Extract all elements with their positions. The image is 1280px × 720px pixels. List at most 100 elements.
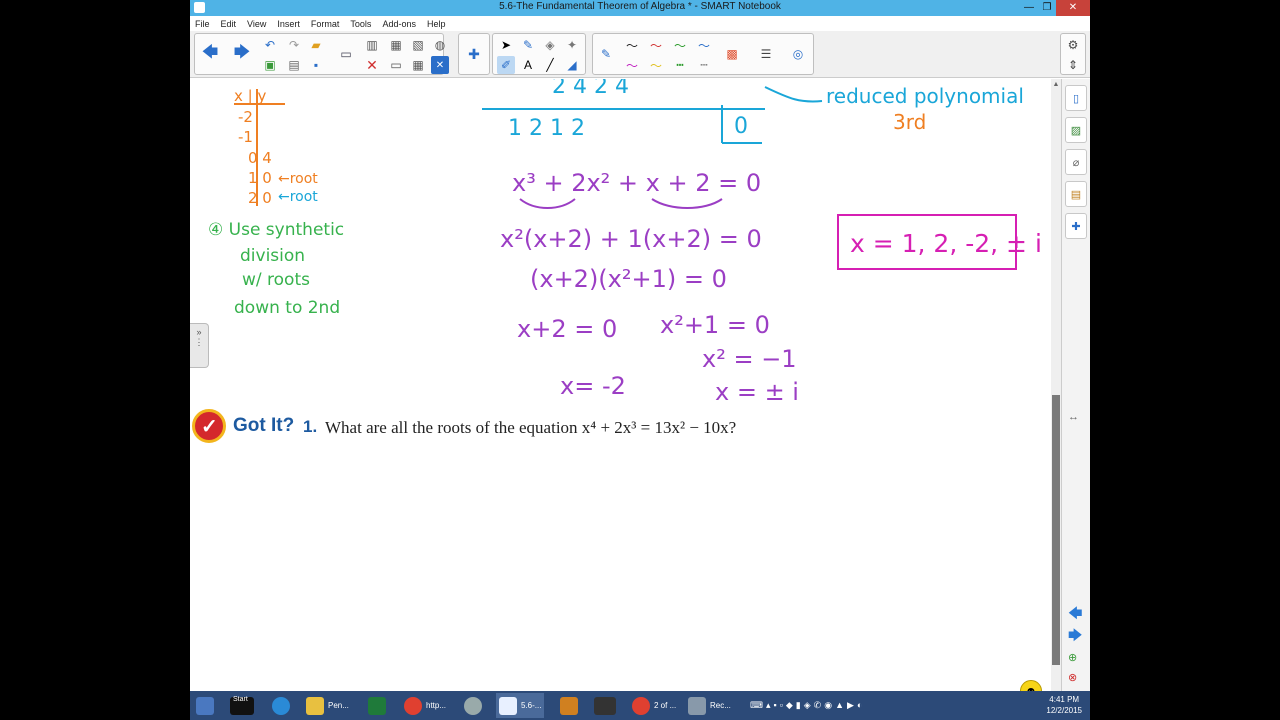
sidebar-collapse-tab[interactable]: » ⋮: [190, 323, 209, 368]
synthetic-remainder: 0: [734, 114, 748, 139]
properties-tab-icon[interactable]: ▤: [1065, 181, 1087, 207]
fill-tool-icon[interactable]: ◢: [563, 56, 581, 74]
previous-page-icon[interactable]: 🡄: [201, 44, 219, 63]
move-toolbar-icon[interactable]: ⇕: [1064, 56, 1082, 74]
table-header: x | y: [234, 87, 266, 105]
taskbar-item-pen[interactable]: Pen...: [306, 693, 349, 718]
ie-taskbar-icon[interactable]: [272, 693, 294, 718]
system-tray-icons[interactable]: ⌨▴▪▫◆▮◈✆◉▲▶◐: [750, 693, 865, 718]
resize-handle-icon[interactable]: ↔: [1068, 411, 1079, 423]
next-page-icon[interactable]: 🡆: [233, 44, 251, 63]
line-style-yellow-icon[interactable]: ～: [647, 56, 665, 74]
add-tab-icon[interactable]: ⊕: [1068, 651, 1077, 664]
open-file-icon[interactable]: ▰: [307, 36, 325, 54]
addons-tab-icon[interactable]: ✚: [1065, 213, 1087, 239]
line-style-black-icon[interactable]: ～: [623, 36, 641, 54]
line-style-red-icon[interactable]: ～: [647, 36, 665, 54]
line-style-blue-icon[interactable]: ～: [695, 36, 713, 54]
scrollbar-thumb[interactable]: [1052, 395, 1060, 665]
table-row-x-neg1: -1: [238, 128, 253, 146]
transparency-icon[interactable]: ◎: [789, 45, 807, 63]
page-sorter-tab-icon[interactable]: ▯: [1065, 85, 1087, 111]
document-camera-icon[interactable]: ◍: [431, 36, 449, 54]
text-tool-icon[interactable]: A: [519, 56, 537, 74]
line-style-magenta-icon[interactable]: ～: [623, 56, 641, 74]
close-button[interactable]: ✕: [1056, 0, 1090, 16]
save-icon[interactable]: ▪: [307, 56, 325, 74]
menu-insert[interactable]: Insert: [277, 19, 300, 29]
maximize-button[interactable]: ❐: [1038, 0, 1056, 16]
page-scrollbar[interactable]: ▲: [1051, 79, 1061, 691]
undo-icon[interactable]: ↶: [261, 36, 279, 54]
degree-label: 3rd: [893, 110, 926, 134]
delete-page-icon[interactable]: ▤: [285, 56, 303, 74]
toolbar: 🡄 🡆 ↶ ↷ ▰ ▣ ▤ ▪ ▭ ▥ ▦ ▧ ◍ ✕ ▭ ▦ ✕ ✚ ➤ ✎ …: [190, 31, 1090, 78]
table-row-x-neg2: -2: [238, 108, 253, 126]
menu-edit[interactable]: Edit: [221, 19, 237, 29]
pen-type-icon[interactable]: ✎: [597, 45, 615, 63]
capture-icon[interactable]: ▦: [387, 36, 405, 54]
color-palette-icon[interactable]: ▩: [723, 45, 741, 63]
table-row-x-0: 0 4: [248, 149, 272, 167]
step4-line4: down to 2nd: [234, 298, 340, 318]
attachments-tab-icon[interactable]: ⌀: [1065, 149, 1087, 175]
taskbar-item-notebook[interactable]: 5.6-...: [496, 693, 545, 718]
fullscreen-icon[interactable]: ▧: [409, 36, 427, 54]
minimize-button[interactable]: —: [1020, 0, 1038, 16]
handwriting-layer: x | y -2 -1 0 4 1 0 2 0 ←root ←root ④ Us…: [208, 79, 1042, 406]
addons-puzzle-icon[interactable]: ✚: [465, 45, 483, 63]
magic-pen-icon[interactable]: ✦: [563, 36, 581, 54]
windows-taskbar: Start Pen... http... 5.6-... 2 of ... Re…: [190, 691, 1090, 720]
work-line-1: x³ + 2x² + x + 2 = 0: [512, 169, 761, 197]
windows-start-icon[interactable]: [196, 693, 218, 718]
scroll-up-icon[interactable]: ▲: [1051, 81, 1061, 93]
menu-file[interactable]: File: [195, 19, 210, 29]
screen-shade-icon[interactable]: ▭: [337, 45, 355, 63]
taskbar-item-chrome-2[interactable]: 2 of ...: [632, 693, 676, 718]
delete-icon[interactable]: ✕: [363, 56, 381, 74]
step4-line2: division: [240, 246, 305, 266]
pen-tool-icon[interactable]: ✎: [519, 36, 537, 54]
notebook-page[interactable]: x | y -2 -1 0 4 1 0 2 0 ←root ←root ④ Us…: [190, 79, 1051, 691]
table-icon[interactable]: ▦: [409, 56, 427, 74]
add-page-icon[interactable]: ▣: [261, 56, 279, 74]
side-tab-panel: ▯ ▨ ⌀ ▤ ✚ ↔ 🡄 🡆 ⊕ ⊗: [1061, 79, 1090, 691]
menu-format[interactable]: Format: [311, 19, 340, 29]
paste-icon[interactable]: ▥: [363, 36, 381, 54]
taskbar-item-recorder[interactable]: Rec...: [688, 693, 731, 718]
menu-help[interactable]: Help: [427, 19, 446, 29]
menu-tools[interactable]: Tools: [350, 19, 371, 29]
menu-view[interactable]: View: [247, 19, 266, 29]
pen-selected-icon[interactable]: ✐: [497, 56, 515, 74]
taskbar-item-pen-label: Pen...: [328, 701, 349, 710]
line-tool-icon[interactable]: ╱: [541, 56, 559, 74]
start-button[interactable]: Start: [230, 693, 258, 718]
line-style-dotted-icon[interactable]: ┈: [695, 56, 713, 74]
taskbar-item-chrome[interactable]: http...: [404, 693, 446, 718]
gallery-tab-icon[interactable]: ▨: [1065, 117, 1087, 143]
media-taskbar-icon[interactable]: [464, 693, 486, 718]
eraser-icon[interactable]: ◈: [541, 36, 559, 54]
apps-taskbar-icon[interactable]: [560, 693, 582, 718]
taskbar-item-chrome-label: http...: [426, 701, 447, 710]
move-right-icon[interactable]: 🡆: [1068, 625, 1082, 649]
line-style-green-icon[interactable]: ～: [671, 36, 689, 54]
table-row-x-2: 2 0: [248, 189, 272, 207]
line-style-dashed-icon[interactable]: ┅: [671, 56, 689, 74]
step4-line3: w/ roots: [242, 270, 310, 290]
keyboard-taskbar-icon[interactable]: [594, 693, 620, 718]
menu-addons[interactable]: Add-ons: [382, 19, 416, 29]
settings-gear-icon[interactable]: ⚙: [1064, 36, 1082, 54]
toolbar-group-tools: ➤ ✎ ◈ ✦ ✐ A ╱ ◢: [492, 33, 586, 75]
select-arrow-icon[interactable]: ➤: [497, 36, 515, 54]
close-document-icon[interactable]: ✕: [431, 56, 449, 74]
line-thickness-icon[interactable]: ☰: [757, 45, 775, 63]
move-left-icon[interactable]: 🡄: [1068, 603, 1082, 627]
question-number: 1.: [303, 417, 318, 436]
remove-tab-icon[interactable]: ⊗: [1068, 671, 1077, 684]
redo-icon[interactable]: ↷: [285, 36, 303, 54]
taskbar-item-chrome-2-label: 2 of ...: [654, 701, 677, 710]
display-screen-icon[interactable]: ▭: [387, 56, 405, 74]
excel-taskbar-icon[interactable]: [368, 693, 390, 718]
taskbar-clock[interactable]: 4:41 PM 12/2/2015: [1046, 694, 1082, 716]
